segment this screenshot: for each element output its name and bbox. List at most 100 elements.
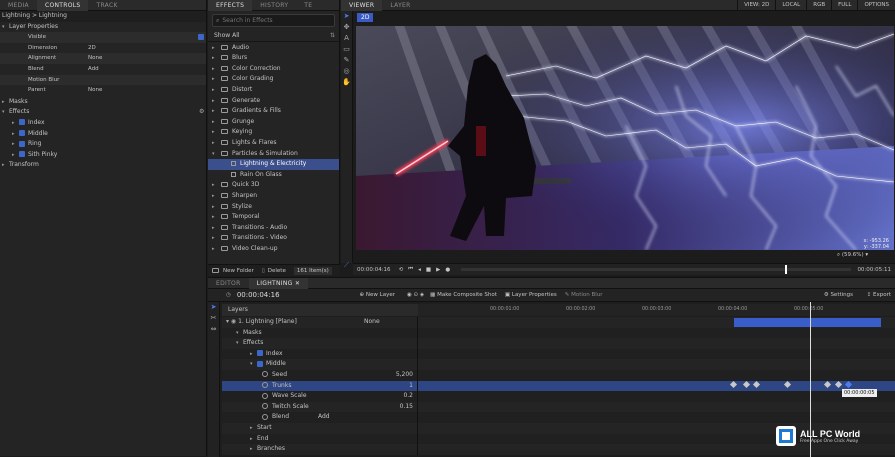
- view-mode-dropdown[interactable]: VIEW: 2D: [737, 0, 775, 11]
- row-value[interactable]: 1: [409, 381, 413, 392]
- keyframe-toggle-icon[interactable]: [262, 403, 268, 410]
- slip-tool-icon[interactable]: ⇔: [208, 324, 219, 335]
- masks-group[interactable]: ▸ Masks: [0, 97, 206, 108]
- expand-icon[interactable]: ▸: [250, 349, 257, 360]
- settings-button[interactable]: ⚙ Settings: [824, 292, 853, 298]
- timeline-row[interactable]: ▾ Effects: [222, 338, 895, 349]
- time-ruler[interactable]: 00:00:01:00 00:00:02:00 00:00:03:00 00:0…: [418, 304, 895, 316]
- prop-parent[interactable]: Parent None: [0, 85, 206, 96]
- prop-blend[interactable]: Blend Add: [0, 64, 206, 75]
- layer-properties-button[interactable]: ▣ Layer Properties: [505, 292, 557, 298]
- tab-lightning[interactable]: LIGHTNING ✕: [248, 277, 309, 289]
- timeline-row[interactable]: ▸ Index: [222, 348, 895, 360]
- keyframe-toggle-icon[interactable]: [262, 392, 268, 399]
- effect-category-item[interactable]: ▸ Gradients & Fills: [208, 106, 339, 117]
- transform-group[interactable]: ▸ Transform: [0, 160, 206, 171]
- eye-icon[interactable]: ▾ ◉: [226, 318, 238, 325]
- row-value[interactable]: Add: [318, 412, 330, 423]
- effect-category-item[interactable]: ▸ Transitions - Video: [208, 233, 339, 244]
- effect-category-item[interactable]: ▸ Video Clean-up: [208, 244, 339, 255]
- record-icon[interactable]: ●: [445, 267, 450, 273]
- tab-effects[interactable]: EFFECTS: [208, 0, 253, 11]
- keyframe-toggle-icon[interactable]: [262, 371, 268, 378]
- row-value[interactable]: 0.15: [400, 402, 413, 413]
- effect-category-item[interactable]: ▸ Color Grading: [208, 74, 339, 85]
- loop-icon[interactable]: ⟲: [399, 267, 404, 273]
- enable-checkbox[interactable]: [257, 350, 263, 357]
- effect-category-item[interactable]: ▸ Stylize: [208, 202, 339, 213]
- gear-icon[interactable]: ⚙: [199, 107, 204, 118]
- effect-category-item[interactable]: ▾ Particles & Simulation: [208, 149, 339, 160]
- close-icon[interactable]: ✕: [295, 280, 300, 287]
- razor-tool-icon[interactable]: ✂: [208, 313, 219, 324]
- effect-category-item[interactable]: ▸ Color Correction: [208, 64, 339, 75]
- effect-category-item[interactable]: ▸ Temporal: [208, 212, 339, 223]
- select-tool-icon[interactable]: ➤: [208, 302, 219, 313]
- prop-dimension[interactable]: Dimension 2D: [0, 43, 206, 54]
- scrubber-head[interactable]: [785, 265, 788, 274]
- effect-category-item[interactable]: ▸ Blurs: [208, 53, 339, 64]
- viewer-canvas[interactable]: [356, 26, 894, 250]
- tab-text[interactable]: TE: [296, 0, 320, 11]
- effect-category-item[interactable]: ▸ Keying: [208, 127, 339, 138]
- show-all-dropdown[interactable]: Show All ⇅: [208, 31, 339, 42]
- stop-icon[interactable]: ■: [426, 267, 431, 273]
- pen-tool-icon[interactable]: ✎: [341, 55, 352, 66]
- rgb-dropdown[interactable]: RGB: [806, 0, 831, 11]
- effect-checkbox[interactable]: [19, 130, 25, 137]
- enable-checkbox[interactable]: [257, 360, 263, 367]
- effect-category-item[interactable]: ▸ Generate: [208, 96, 339, 107]
- keyframe-toggle-icon[interactable]: [262, 413, 268, 420]
- tab-media[interactable]: MEDIA: [0, 0, 37, 11]
- expand-icon[interactable]: ▸: [250, 434, 257, 445]
- motion-blur-button[interactable]: ✎ Motion Blur: [565, 292, 603, 298]
- editor-timecode[interactable]: 00:00:04:16: [237, 291, 280, 299]
- timeline-row[interactable]: Twitch Scale 0.15: [222, 401, 895, 413]
- nav-icons[interactable]: ◉ ⊙ ◈: [407, 292, 424, 298]
- timeline-row[interactable]: Wave Scale 0.2: [222, 391, 895, 402]
- mode-2d-badge[interactable]: 2D: [357, 13, 374, 22]
- expand-icon[interactable]: ▾: [250, 359, 257, 370]
- timeline-row[interactable]: ▾ Middle: [222, 359, 895, 370]
- effect-category-item[interactable]: ▸ Quick 3D: [208, 180, 339, 191]
- new-folder-button[interactable]: New Folder: [223, 268, 254, 274]
- rect-tool-icon[interactable]: ▭: [341, 44, 352, 55]
- expand-icon[interactable]: ▸: [250, 423, 257, 434]
- row-value[interactable]: 5,200: [396, 370, 413, 381]
- expand-icon[interactable]: ▸: [250, 444, 257, 455]
- tab-track[interactable]: TRACK: [88, 0, 125, 11]
- delete-button[interactable]: Delete: [268, 268, 286, 274]
- hand-tool-icon[interactable]: ✋: [341, 77, 352, 88]
- effect-checkbox[interactable]: [19, 151, 25, 158]
- local-dropdown[interactable]: LOCAL: [775, 0, 806, 11]
- tab-viewer[interactable]: VIEWER: [341, 0, 383, 11]
- export-button[interactable]: ⇪ Export: [867, 292, 891, 298]
- play-icon[interactable]: ▶: [436, 267, 440, 273]
- keyframe-toggle-icon[interactable]: [262, 382, 268, 389]
- visible-checkbox[interactable]: [198, 34, 204, 41]
- prop-visible[interactable]: Visible: [0, 32, 206, 43]
- sort-icon[interactable]: ⇅: [330, 31, 335, 41]
- row-value[interactable]: 0.2: [403, 391, 413, 402]
- timeline-row[interactable]: Trunks 1: [222, 380, 895, 392]
- expand-icon[interactable]: ▾: [236, 338, 243, 349]
- effect-item[interactable]: ▸ Ring: [0, 139, 206, 150]
- tab-history[interactable]: HISTORY: [252, 0, 296, 11]
- effect-category-item[interactable]: ▸ Lights & Flares: [208, 138, 339, 149]
- timeline-row[interactable]: Seed 5,200: [222, 369, 895, 381]
- text-tool-icon[interactable]: A: [341, 33, 352, 44]
- step-back-icon[interactable]: ◂: [418, 267, 421, 273]
- effect-item[interactable]: ▸ Index: [0, 118, 206, 129]
- layer-properties-header[interactable]: ▾ Layer Properties: [0, 22, 206, 33]
- effect-category-item[interactable]: ▸ Distort: [208, 85, 339, 96]
- effect-category-item[interactable]: ▸ Sharpen: [208, 191, 339, 202]
- select-tool-icon[interactable]: ➤: [341, 11, 352, 22]
- full-dropdown[interactable]: FULL: [831, 0, 857, 11]
- prev-frame-icon[interactable]: ⏮: [408, 266, 413, 273]
- expand-icon[interactable]: ▾: [236, 328, 243, 339]
- effect-preset-item[interactable]: Rain On Glass: [208, 170, 339, 181]
- tab-editor[interactable]: EDITOR: [208, 278, 249, 289]
- effect-item[interactable]: ▸ Middle: [0, 129, 206, 140]
- effect-category-item[interactable]: ▸ Grunge: [208, 117, 339, 128]
- zoom-control[interactable]: ⌕ (59.6%) ▾: [837, 252, 868, 259]
